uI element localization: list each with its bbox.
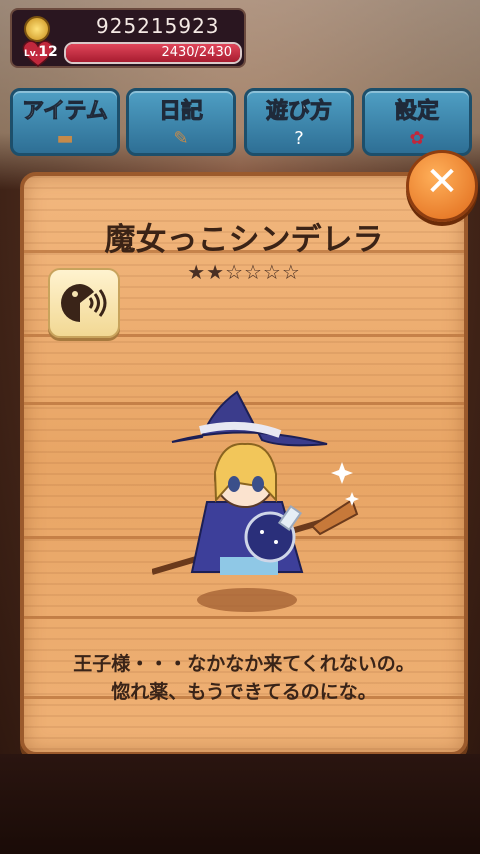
basket-icon: ▬	[56, 128, 74, 149]
coin-count: 925215923	[96, 14, 220, 38]
speaker-icon	[61, 284, 107, 322]
tab-settings[interactable]: 設定 ✿	[362, 88, 472, 156]
tab-settings-label: 設定	[394, 99, 439, 125]
question-icon: ?	[294, 128, 304, 149]
footer-area	[0, 754, 480, 854]
hp-text: 2430/2430	[161, 45, 232, 60]
hp-bar: 2430/2430	[64, 42, 242, 64]
close-icon: ✕	[425, 159, 459, 205]
dialogue-line-1: 王子様・・・なかなか来てくれないの。	[73, 653, 415, 675]
book-quill-icon: ✎	[173, 128, 189, 149]
character-name: 魔女っこシンデレラ	[104, 222, 384, 258]
plank-line	[24, 616, 464, 619]
tab-diary-label: 日記	[158, 99, 203, 125]
tab-diary[interactable]: 日記 ✎	[126, 88, 236, 156]
tab-how-to-play-label: 遊び方	[265, 99, 332, 125]
tab-items[interactable]: アイテム ▬	[10, 88, 120, 156]
tab-how-to-play[interactable]: 遊び方 ?	[244, 88, 354, 156]
tab-items-label: アイテム	[22, 99, 109, 125]
dialogue-line-2: 惚れ薬、もうできてるのにな。	[111, 681, 377, 703]
character-dialogue: 王子様・・・なかなか来てくれないの。 惚れ薬、もうできてるのにな。	[24, 650, 464, 706]
close-button[interactable]: ✕	[406, 150, 478, 222]
status-hud: 925215923 Lv.12 2430/2430	[10, 8, 246, 68]
witch-character-illustration	[152, 390, 359, 612]
level-value: 12	[38, 44, 58, 60]
level-prefix: Lv.	[24, 49, 39, 59]
voice-play-button[interactable]	[48, 268, 120, 338]
rose-icon: ✿	[409, 128, 425, 149]
level-badge: Lv.12	[24, 44, 58, 60]
character-card: 魔女っこシンデレラ ★★☆☆☆☆ 王子様・・・なかなか来てくれないの。 惚れ薬、…	[20, 172, 468, 756]
